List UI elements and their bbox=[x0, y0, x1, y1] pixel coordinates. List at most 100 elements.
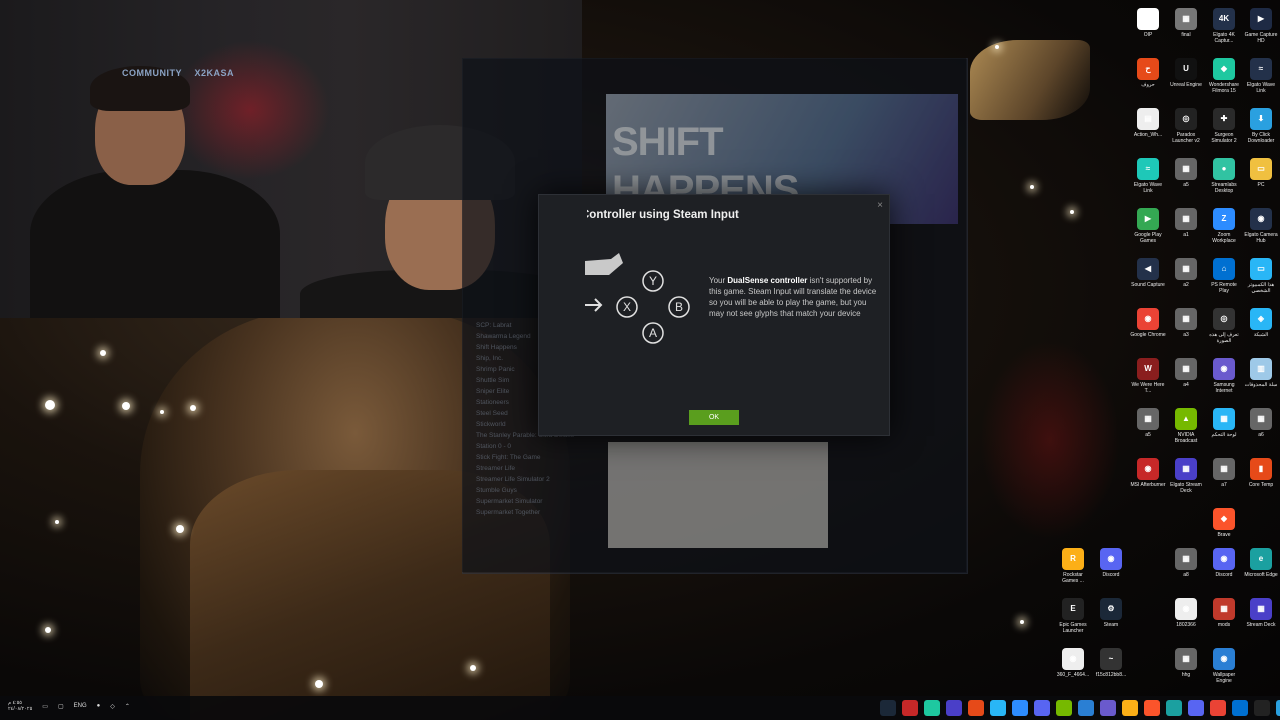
desktop-icon[interactable]: ▦ a3 bbox=[1168, 308, 1204, 338]
taskbar-app-icon[interactable] bbox=[1166, 700, 1182, 716]
taskbar-app-icon[interactable] bbox=[1012, 700, 1028, 716]
desktop-icon[interactable]: ≈ Elgato Wave Link bbox=[1243, 58, 1279, 94]
desktop-icon[interactable]: ◉ OIP bbox=[1130, 8, 1166, 38]
dialog-message: Your DualSense controller isn't supporte… bbox=[709, 275, 879, 319]
desktop-icon[interactable]: ◉ Discord bbox=[1206, 548, 1242, 578]
desktop-icon[interactable]: ◉ MSI Afterburner bbox=[1130, 458, 1166, 488]
taskbar-app-icon[interactable] bbox=[1254, 700, 1270, 716]
desktop-icon[interactable]: ~ f15c812bb8... bbox=[1093, 648, 1129, 678]
taskbar-app-icon[interactable] bbox=[1276, 700, 1280, 716]
desktop-icon[interactable]: ◉ Elgato Camera Hub bbox=[1243, 208, 1279, 244]
app-icon: ▦ bbox=[1175, 158, 1197, 180]
desktop-icon[interactable]: ▶ Google Play Games bbox=[1130, 208, 1166, 244]
desktop-icon[interactable]: ◉ Samsung Internet bbox=[1206, 358, 1242, 394]
desktop-icon[interactable]: ▦ a6 bbox=[1243, 408, 1279, 438]
desktop-icon[interactable]: ▦ a7 bbox=[1206, 458, 1242, 488]
desktop-icon[interactable]: ● Streamlabs Desktop bbox=[1206, 158, 1242, 194]
taskbar-app-icon[interactable] bbox=[968, 700, 984, 716]
desktop-icon-label: Steam bbox=[1103, 622, 1119, 628]
desktop-icon[interactable]: ◎ Paradox Launcher v2 bbox=[1168, 108, 1204, 144]
taskbar-app-icon[interactable] bbox=[990, 700, 1006, 716]
chat-icon[interactable]: ▢ bbox=[58, 703, 64, 710]
desktop-icon[interactable]: ح حروف bbox=[1130, 58, 1166, 88]
desktop-icon[interactable]: ◉ Google Chrome bbox=[1130, 308, 1166, 338]
desktop-icon[interactable]: ◎ تعرف إلى هذه الصورة bbox=[1206, 308, 1242, 344]
desktop-icon[interactable]: ▦ a5 bbox=[1168, 158, 1204, 188]
desktop-icon[interactable]: ▦ a8 bbox=[1168, 548, 1204, 578]
wallpaper-glow bbox=[980, 340, 1120, 540]
desktop-icon[interactable]: ▦ final bbox=[1168, 8, 1204, 38]
desktop-icon[interactable]: ▲ NVIDIA Broadcast bbox=[1168, 408, 1204, 444]
desktop-icon[interactable]: ◉ 360_F_4664... bbox=[1055, 648, 1091, 678]
clock-date: ٢٤/٠٨/٢٠٢٥ bbox=[8, 706, 33, 712]
taskbar-app-icon[interactable] bbox=[1188, 700, 1204, 716]
desktop-icon[interactable]: ▦ a1 bbox=[1168, 208, 1204, 238]
desktop-icon[interactable]: ▭ هذا الكمبيوتر الشخصي bbox=[1243, 258, 1279, 294]
desktop-icon[interactable]: ▤ Action_Wh... bbox=[1130, 108, 1166, 138]
taskbar-app-icon[interactable] bbox=[1144, 700, 1160, 716]
taskbar-app-icon[interactable] bbox=[1232, 700, 1248, 716]
desktop-icon[interactable]: ◉ Wallpaper Engine bbox=[1206, 648, 1242, 684]
desktop-icon[interactable]: ▦ a4 bbox=[1168, 358, 1204, 388]
taskbar-app-icon[interactable] bbox=[1034, 700, 1050, 716]
desktop-icon-label: PS Remote Play bbox=[1211, 282, 1237, 294]
taskbar-app-icon[interactable] bbox=[902, 700, 918, 716]
desktop-icon[interactable]: ⌂ PS Remote Play bbox=[1206, 258, 1242, 294]
close-icon[interactable]: × bbox=[877, 200, 883, 211]
desktop-icon[interactable]: 4K Elgato 4K Captur... bbox=[1206, 8, 1242, 44]
desktop-icon-label: Unreal Engine bbox=[1170, 82, 1202, 88]
desktop-icon[interactable]: W We Were Here T... bbox=[1130, 358, 1166, 394]
desktop-icon[interactable]: ▦ لوحة التحكم bbox=[1206, 408, 1242, 438]
taskbar-app-icon[interactable] bbox=[1122, 700, 1138, 716]
app-icon: 4K bbox=[1213, 8, 1235, 30]
desktop-icon[interactable]: ⚙ Steam bbox=[1093, 598, 1129, 628]
desktop-icon[interactable]: Z Zoom Workplace bbox=[1206, 208, 1242, 244]
desktop-icon[interactable]: ▦ a5 bbox=[1130, 408, 1166, 438]
language-indicator[interactable]: ENG bbox=[74, 703, 87, 709]
desktop-icon[interactable]: ◆ Brave bbox=[1206, 508, 1242, 538]
desktop-icon[interactable]: ◈ الشبكة bbox=[1243, 308, 1279, 338]
notification-icon[interactable]: ▭ bbox=[42, 703, 48, 710]
desktop-icon[interactable]: ▶ Game Capture HD bbox=[1243, 8, 1279, 44]
network-icon[interactable]: ◇ bbox=[110, 703, 115, 710]
sparkle bbox=[470, 665, 476, 671]
desktop-icon[interactable]: ▮ Core Temp bbox=[1243, 458, 1279, 488]
desktop-icon[interactable]: E Epic Games Launcher bbox=[1055, 598, 1091, 634]
desktop-icon[interactable]: ◉ Discord bbox=[1093, 548, 1129, 578]
desktop-icon-label: تعرف إلى هذه الصورة bbox=[1209, 332, 1239, 344]
clock[interactable]: ٤:٥٥ م ٢٤/٠٨/٢٠٢٥ bbox=[8, 700, 32, 712]
desktop-icon[interactable]: e Microsoft Edge bbox=[1243, 548, 1279, 578]
desktop-icon[interactable]: ≈ Elgato Wave Link bbox=[1130, 158, 1166, 194]
desktop-icon[interactable]: ◉ 1802366 bbox=[1168, 598, 1204, 628]
app-icon: ● bbox=[1213, 158, 1235, 180]
desktop-icon[interactable]: ▦ Elgato Stream Deck bbox=[1168, 458, 1204, 494]
desktop-icon-label: Microsoft Edge bbox=[1244, 572, 1278, 578]
taskbar-app-icon[interactable] bbox=[1100, 700, 1116, 716]
steam-nav-community[interactable]: COMMUNITY bbox=[122, 68, 182, 78]
taskbar-app-icon[interactable] bbox=[924, 700, 940, 716]
ok-button[interactable]: OK bbox=[689, 410, 739, 425]
microphone-icon[interactable]: ● bbox=[97, 703, 101, 709]
desktop-icon[interactable]: ◆ Wondershare Filmora 15 bbox=[1206, 58, 1242, 94]
desktop-icon-label: Surgeon Simulator 2 bbox=[1211, 132, 1237, 144]
desktop-icon[interactable]: ✚ Surgeon Simulator 2 bbox=[1206, 108, 1242, 144]
steam-nav-username[interactable]: X2KASA bbox=[195, 68, 235, 78]
taskbar-app-icon[interactable] bbox=[880, 700, 896, 716]
desktop-icon[interactable]: ▦ mods bbox=[1206, 598, 1242, 628]
chevron-up-icon[interactable]: ⌃ bbox=[125, 703, 130, 710]
desktop-icon[interactable]: ▭ PC bbox=[1243, 158, 1279, 188]
taskbar-app-icon[interactable] bbox=[1210, 700, 1226, 716]
taskbar-app-icon[interactable] bbox=[1056, 700, 1072, 716]
desktop-icon[interactable]: ▦ hhg bbox=[1168, 648, 1204, 678]
desktop-icon[interactable]: ▥ سلة المحذوفات bbox=[1243, 358, 1279, 388]
desktop-icon[interactable]: ▦ a2 bbox=[1168, 258, 1204, 288]
desktop-icon[interactable]: U Unreal Engine bbox=[1168, 58, 1204, 88]
desktop-icon[interactable]: ▦ Stream Deck bbox=[1243, 598, 1279, 628]
desktop-icon[interactable]: ⬇ By Click Downloader bbox=[1243, 108, 1279, 144]
desktop-icon[interactable]: R Rockstar Games ... bbox=[1055, 548, 1091, 584]
taskbar-app-icon[interactable] bbox=[946, 700, 962, 716]
desktop-icon[interactable]: ◀ Sound Capture bbox=[1130, 258, 1166, 288]
desktop-icon-label: Samsung Internet bbox=[1213, 382, 1235, 394]
desktop-icon-label: a3 bbox=[1183, 332, 1189, 338]
taskbar-app-icon[interactable] bbox=[1078, 700, 1094, 716]
